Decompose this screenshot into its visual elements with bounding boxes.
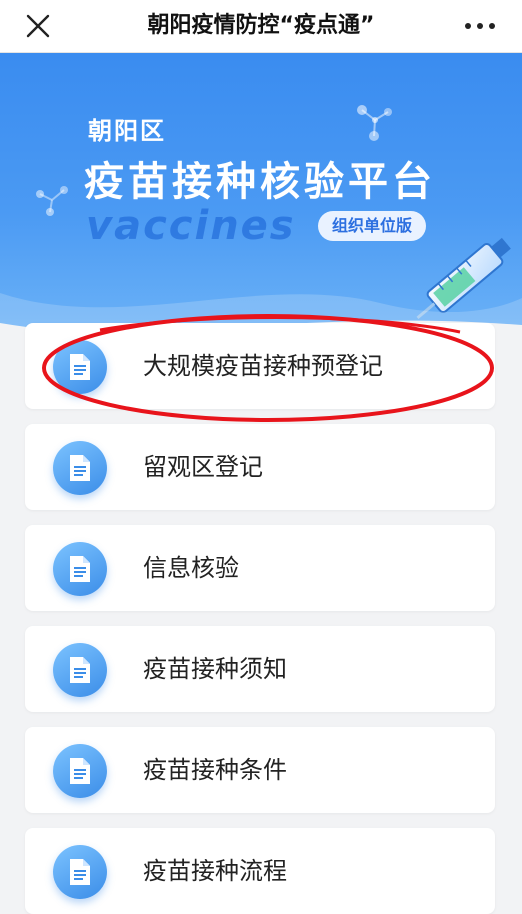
menu-item-label: 留观区登记 — [143, 453, 263, 481]
menu-item-icon — [53, 845, 107, 899]
platform-title: 疫苗接种核验平台 — [84, 159, 436, 205]
top-bar: 朝阳疫情防控“疫点通” — [0, 0, 522, 53]
document-icon — [70, 657, 90, 683]
menu-item-label: 疫苗接种须知 — [143, 655, 287, 683]
menu-item-icon — [53, 542, 107, 596]
menu-item-label: 信息核验 — [143, 554, 239, 582]
menu-item-icon — [53, 441, 107, 495]
page-title: 朝阳疫情防控“疫点通” — [147, 13, 375, 38]
menu-item-vaccination-conditions[interactable]: 疫苗接种条件 — [25, 727, 495, 813]
menu-item-pre-registration[interactable]: 大规模疫苗接种预登记 — [25, 323, 495, 409]
menu-item-icon — [53, 340, 107, 394]
menu-item-vaccination-process[interactable]: 疫苗接种流程 — [25, 828, 495, 914]
vaccines-wordmark: vaccines — [86, 203, 296, 249]
document-icon — [70, 354, 90, 380]
more-icon — [465, 23, 495, 29]
document-icon — [70, 859, 90, 885]
document-icon — [70, 455, 90, 481]
menu-item-icon — [53, 643, 107, 697]
menu-item-info-verification[interactable]: 信息核验 — [25, 525, 495, 611]
more-button[interactable] — [462, 16, 498, 36]
molecule-decoration-icon — [36, 186, 68, 216]
menu-item-icon — [53, 744, 107, 798]
close-button[interactable] — [22, 10, 54, 42]
document-icon — [70, 556, 90, 582]
hero-banner: 朝阳区 疫苗接种核验平台 vaccines 组织单位版 — [0, 53, 522, 343]
menu-item-vaccination-notice[interactable]: 疫苗接种须知 — [25, 626, 495, 712]
menu-item-label: 大规模疫苗接种预登记 — [143, 352, 383, 380]
menu-item-observation-area[interactable]: 留观区登记 — [25, 424, 495, 510]
menu-item-label: 疫苗接种条件 — [143, 756, 287, 784]
district-label: 朝阳区 — [88, 117, 166, 145]
menu-item-label: 疫苗接种流程 — [143, 857, 287, 885]
close-icon — [26, 14, 50, 38]
molecule-decoration-icon — [357, 105, 392, 141]
document-icon — [70, 758, 90, 784]
